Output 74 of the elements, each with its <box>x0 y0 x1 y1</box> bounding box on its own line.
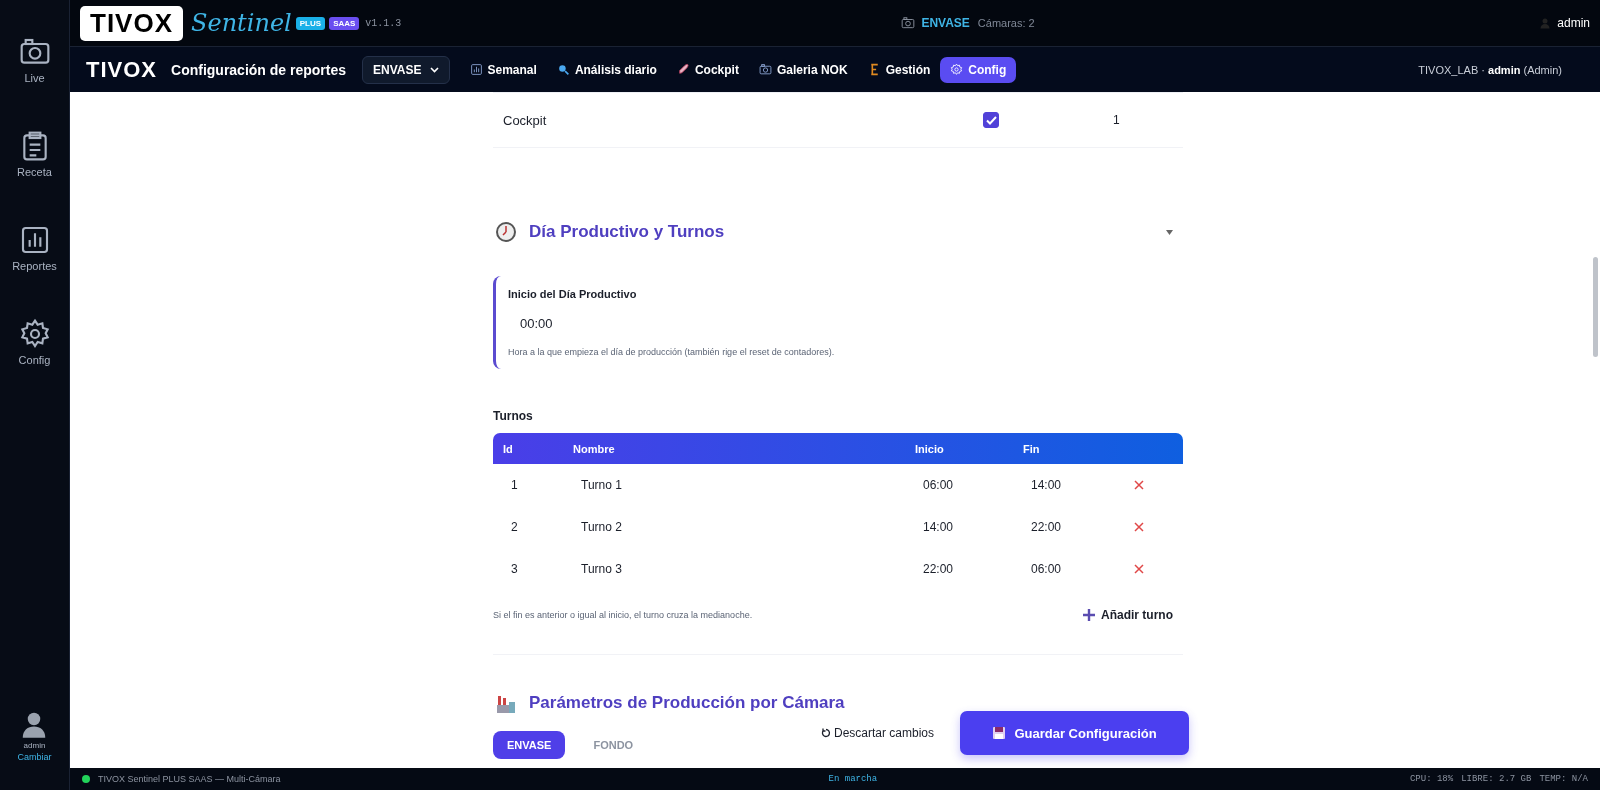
table-cell-text: 06:00 <box>1030 562 1063 576</box>
logo: TIVOX <box>86 56 157 83</box>
nav-tab[interactable]: Cockpit <box>666 56 749 83</box>
bar-chart-icon <box>469 63 483 76</box>
sidebar-item[interactable]: Config <box>0 318 70 412</box>
free-memory-reading: LIBRE: 2.7 GB <box>1461 774 1532 784</box>
field-hint: Hora a la que empieza el día de producción (también rige el reset de contadores). <box>508 347 836 357</box>
station-select[interactable]: ENVASE <box>362 55 450 84</box>
sidebar-item[interactable]: Receta <box>0 130 70 224</box>
user-name: admin <box>1557 16 1590 30</box>
camera-icon <box>901 16 916 30</box>
switch-user-link[interactable]: Cambiar <box>17 752 52 762</box>
column-header: Fin <box>1023 442 1041 455</box>
table-cell-text: 14:00 <box>1030 478 1063 492</box>
table-cell-text: 06:00 <box>922 478 955 492</box>
gear-icon <box>950 63 964 76</box>
clock-icon <box>495 221 517 243</box>
plan-badge: PLUS <box>295 16 326 30</box>
table-cell-text: 1 <box>510 478 519 492</box>
table-cell-text: Turno 1 <box>580 478 623 492</box>
user-icon <box>1539 17 1552 29</box>
gear-icon <box>18 318 51 350</box>
station-name: ENVASE <box>921 16 970 30</box>
sidebar-item[interactable]: Live <box>0 36 70 130</box>
report-order: 1 <box>1112 113 1121 127</box>
table-note: Si el fin es anterior o igual al inicio, el turno cruza la medianoche. <box>493 610 753 620</box>
collapse-caret-icon[interactable] <box>1166 229 1173 235</box>
nav-tab[interactable]: Config <box>940 56 1017 83</box>
add-shift-button[interactable]: Añadir turno <box>1073 604 1183 626</box>
table-cell-text: 2 <box>510 520 519 534</box>
plus-icon <box>1083 609 1095 621</box>
column-header: Nombre <box>573 442 616 455</box>
table-cell-text: 14:00 <box>922 520 955 534</box>
magnifier-icon <box>556 63 570 76</box>
product-name: Sentinel <box>191 9 292 37</box>
page-title: Configuración de reportes <box>171 61 347 78</box>
cpu-reading: CPU: 18% <box>1409 774 1454 784</box>
section-title: Día Productivo y Turnos <box>529 222 725 242</box>
sidebar-item[interactable]: Reportes <box>0 224 70 318</box>
section-title: Parámetros de Producción por Cámara <box>529 693 845 713</box>
account-label: TIVOX_LAB · admin (Admin) <box>1418 63 1562 76</box>
camera-icon <box>758 63 772 76</box>
close-icon[interactable] <box>1133 563 1145 575</box>
version-label: v1.1.3 <box>365 17 402 29</box>
nav-tab[interactable]: Análisis diario <box>546 56 667 83</box>
column-header: Inicio <box>915 442 945 455</box>
save-button[interactable]: Guardar Configuración <box>960 711 1190 755</box>
table-cell-text: 22:00 <box>1030 520 1063 534</box>
table-cell-text: 3 <box>510 562 519 576</box>
table-cell-text: 22:00 <box>922 562 955 576</box>
table-cell-text: Turno 3 <box>580 562 623 576</box>
report-name: Cockpit <box>503 112 548 128</box>
nav-tab[interactable]: Semanal <box>459 56 547 83</box>
app-status-label: TIVOX Sentinel PLUS SAAS — Multi-Cámara <box>98 774 281 784</box>
subsection-title: Turnos <box>493 409 534 423</box>
user-name: admin <box>23 741 46 750</box>
nav-tab[interactable]: Galeria NOK <box>748 56 858 83</box>
camera-count: Cámaras: 2 <box>977 17 1035 29</box>
checkbox[interactable] <box>983 112 999 128</box>
undo-icon <box>821 728 831 738</box>
time-input[interactable]: 00:00 <box>508 310 628 337</box>
camera-tab[interactable]: ENVASE <box>493 731 566 759</box>
chevron-icon <box>429 66 439 73</box>
table-cell-text: Turno 2 <box>580 520 623 534</box>
close-icon[interactable] <box>1133 479 1145 491</box>
logo: TIVOX <box>80 5 183 41</box>
nav-tab[interactable]: Gestión <box>857 56 941 83</box>
run-state: En marcha <box>828 774 878 784</box>
field-label: Inicio del Día Productivo <box>508 288 638 300</box>
column-header: Id <box>503 442 514 455</box>
close-icon[interactable] <box>1133 521 1145 533</box>
scrollbar[interactable] <box>1593 257 1598 357</box>
temperature-reading: TEMP: N/A <box>1539 774 1588 784</box>
plan-badge: SAAS <box>329 16 360 30</box>
